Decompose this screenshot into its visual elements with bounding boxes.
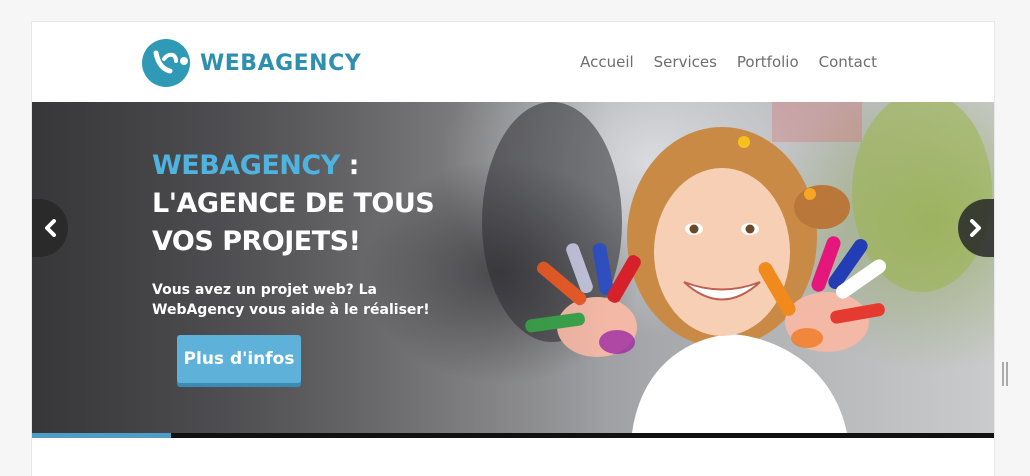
hero-title-brand: WEBAGENCY bbox=[152, 150, 340, 181]
hero-title: WEBAGENCY : L'AGENCE DE TOUS VOS PROJETS… bbox=[152, 147, 472, 261]
hero-title-line2: L'AGENCE DE TOUS bbox=[152, 188, 435, 219]
hero-title-line3: VOS PROJETS! bbox=[152, 226, 361, 257]
hero-title-colon: : bbox=[339, 150, 360, 181]
scroll-grip-handle[interactable] bbox=[1002, 362, 1008, 386]
main-nav: Accueil Services Portfolio Contact bbox=[580, 53, 877, 71]
more-info-button[interactable]: Plus d'infos bbox=[177, 335, 301, 383]
site-container: WEBAGENCY Accueil Services Portfolio Con… bbox=[31, 21, 995, 476]
hero-subtitle: Vous avez un projet web? La WebAgency vo… bbox=[152, 282, 430, 318]
site-header: WEBAGENCY Accueil Services Portfolio Con… bbox=[32, 22, 994, 102]
slider-progress-fill bbox=[32, 433, 172, 438]
nav-item-services[interactable]: Services bbox=[654, 53, 717, 71]
chevron-left-icon bbox=[45, 219, 56, 237]
hero-slider: WEBAGENCY : L'AGENCE DE TOUS VOS PROJETS… bbox=[32, 102, 994, 433]
logo[interactable]: WEBAGENCY bbox=[142, 39, 361, 87]
nav-item-contact[interactable]: Contact bbox=[819, 53, 877, 71]
webagency-logo-icon bbox=[142, 39, 190, 87]
slider-progress-bar bbox=[32, 433, 994, 438]
brand-name: WEBAGENCY bbox=[200, 50, 362, 76]
nav-item-accueil[interactable]: Accueil bbox=[580, 53, 634, 71]
nav-item-portfolio[interactable]: Portfolio bbox=[737, 53, 799, 71]
chevron-right-icon bbox=[970, 219, 981, 237]
